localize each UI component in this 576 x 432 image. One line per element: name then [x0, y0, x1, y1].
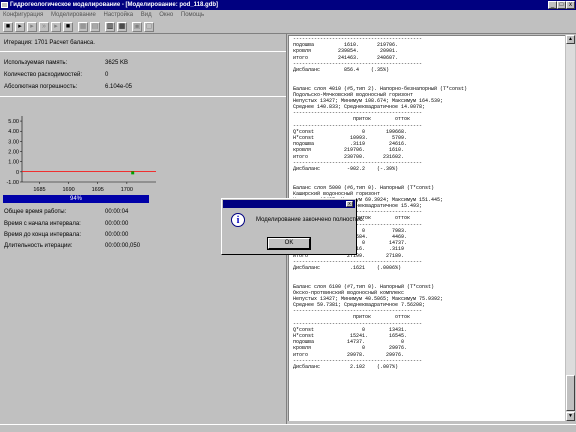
report-line: Дисбаланс 2.102 (.007%): [293, 363, 399, 370]
stat-value: 00:00:00: [105, 221, 129, 227]
toolbar: ■ ▸ ▸ » ▸ ■ ▦ ▤ ▥ ▦ ▣ ▢: [0, 20, 576, 34]
completion-dialog: x Моделирование закончено полностью. OK: [221, 198, 364, 255]
iteration-chart: 5.00 4.00 3.00 2.00 1.00 0 -1.00 1685 1690 1695 17…: [2, 110, 162, 196]
discrepancy-label: Количество расходимостей:: [4, 72, 83, 78]
stat-label: Длительность итерации:: [4, 243, 73, 249]
info-icon: [231, 213, 245, 227]
close-button[interactable]: x: [566, 1, 575, 9]
divider: [0, 51, 286, 52]
y-tick-label: 1.00: [8, 160, 19, 166]
menu-settings[interactable]: Настройка: [101, 10, 137, 20]
menu-bar: Конфигурация Моделирование Настройка Вид…: [0, 10, 576, 20]
stat-value: 00:00:04: [105, 209, 129, 215]
dialog-title-bar: x: [223, 200, 355, 208]
save-icon[interactable]: ■: [3, 22, 13, 32]
x-tick-label: 1685: [33, 187, 45, 193]
scroll-up-icon[interactable]: ▲: [566, 35, 575, 44]
help-icon[interactable]: ▢: [144, 22, 154, 32]
ok-button[interactable]: OK: [267, 237, 311, 250]
chart-icon[interactable]: ▦: [117, 22, 127, 32]
y-tick-label: 4.00: [8, 129, 19, 135]
stat-label: Время до конца интервала:: [4, 232, 81, 238]
minimize-button[interactable]: _: [548, 1, 557, 9]
window-title: Гидрогеологическое моделирование - [Моде…: [10, 2, 219, 8]
vertical-scrollbar[interactable]: ▲ ▼: [566, 35, 575, 421]
menu-configuration[interactable]: Конфигурация: [0, 10, 46, 20]
menu-view[interactable]: Вид: [138, 10, 155, 20]
maximize-button[interactable]: □: [557, 1, 566, 9]
iteration-label: Итерация: 1701 Расчет баланса.: [4, 40, 95, 46]
error-value: 6.104e-05: [105, 84, 133, 90]
menu-modeling[interactable]: Моделирование: [48, 10, 99, 20]
chart-svg: 5.00 4.00 3.00 2.00 1.00 0 -1.00 1685 1690 1695 17…: [6, 116, 156, 193]
title-bar: Гидрогеологическое моделирование - [Моде…: [0, 0, 576, 10]
stop-icon[interactable]: ■: [63, 22, 73, 32]
x-tick-label: 1700: [121, 187, 133, 193]
x-tick-label: 1695: [92, 187, 104, 193]
menu-help[interactable]: Помощь: [178, 10, 207, 20]
memory-value: 3625 KB: [105, 60, 129, 66]
memory-label: Используемая память:: [4, 60, 68, 66]
status-bar: [0, 424, 576, 432]
y-tick-label: 0: [16, 170, 19, 176]
grid-icon[interactable]: ▦: [78, 22, 88, 32]
stat-label: Общее время работы:: [4, 209, 67, 215]
fast-forward-icon[interactable]: »: [39, 22, 49, 32]
end-icon[interactable]: ▸: [51, 22, 61, 32]
app-icon[interactable]: [1, 2, 8, 8]
data-point: [131, 171, 135, 175]
step-icon[interactable]: ▸: [27, 22, 37, 32]
y-tick-label: 3.00: [8, 139, 19, 145]
y-tick-label: -1.00: [6, 180, 19, 186]
y-tick-label: 5.00: [8, 119, 19, 125]
settings-icon[interactable]: ▣: [132, 22, 142, 32]
run-icon[interactable]: ▸: [15, 22, 25, 32]
stat-value: 00:00:00,050: [105, 243, 141, 249]
y-tick-label: 2.00: [8, 150, 19, 156]
stat-label: Время с начала интервала:: [4, 221, 81, 227]
progress-bar: 94%: [3, 195, 149, 203]
divider: [0, 96, 286, 97]
stat-value: 00:00:00: [105, 232, 129, 238]
x-tick-label: 1690: [62, 187, 74, 193]
scroll-down-icon[interactable]: ▼: [566, 412, 575, 421]
table-icon[interactable]: ▥: [105, 22, 115, 32]
discrepancy-value: 0: [105, 72, 109, 78]
menu-window[interactable]: Окно: [156, 10, 176, 20]
layers-icon[interactable]: ▤: [90, 22, 100, 32]
scroll-thumb[interactable]: [566, 375, 575, 411]
error-label: Абсолютная погрешность:: [4, 84, 78, 90]
dialog-close-button[interactable]: x: [346, 201, 353, 207]
dialog-message: Моделирование закончено полностью.: [256, 217, 365, 223]
progress-text: 94%: [69, 196, 82, 202]
